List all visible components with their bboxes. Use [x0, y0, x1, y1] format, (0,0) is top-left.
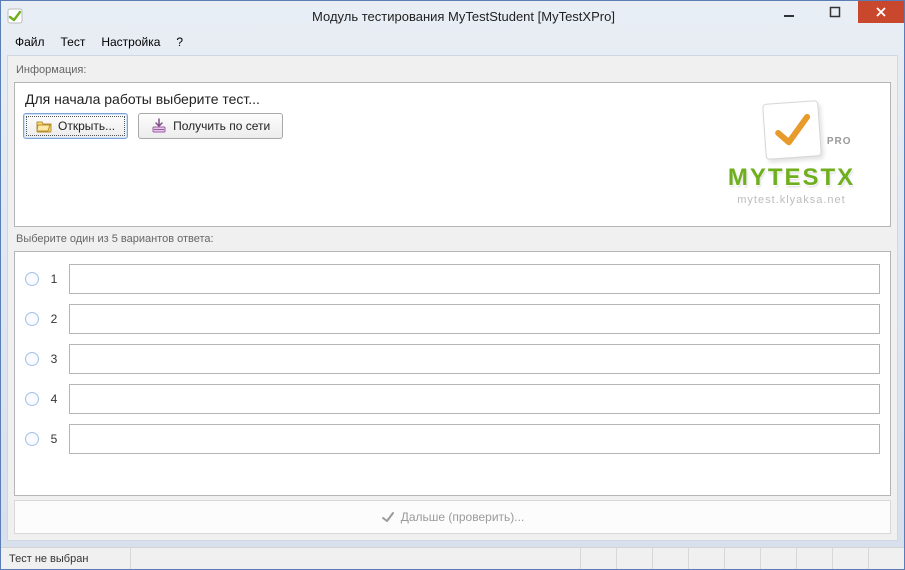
answer-num: 4: [49, 392, 59, 406]
window-controls: [766, 1, 904, 23]
titlebar: Модуль тестирования MyTestStudent [MyTes…: [1, 1, 904, 31]
answer-text-2[interactable]: [69, 304, 880, 334]
answer-text-3[interactable]: [69, 344, 880, 374]
status-segment: [796, 548, 832, 569]
menu-settings[interactable]: Настройка: [93, 33, 168, 51]
status-segment: [832, 548, 868, 569]
status-segment: [760, 548, 796, 569]
answers-group-label: Выберите один из 5 вариантов ответа:: [16, 233, 889, 245]
status-segment: [652, 548, 688, 569]
answer-radio-2[interactable]: [25, 312, 39, 326]
app-window: Модуль тестирования MyTestStudent [MyTes…: [0, 0, 905, 570]
answer-row: 1: [25, 264, 880, 294]
get-from-network-button[interactable]: Получить по сети: [138, 113, 283, 139]
answer-radio-4[interactable]: [25, 392, 39, 406]
network-download-icon: [151, 118, 167, 134]
app-icon: [7, 8, 23, 24]
logo-checkmark-icon: [762, 100, 822, 160]
answer-radio-5[interactable]: [25, 432, 39, 446]
status-segment: [724, 548, 760, 569]
status-spacer: [131, 548, 580, 569]
status-segment: [616, 548, 652, 569]
menu-file[interactable]: Файл: [7, 33, 53, 51]
answer-row: 5: [25, 424, 880, 454]
menubar: Файл Тест Настройка ?: [1, 31, 904, 53]
logo-brand-text: MYTESTX: [728, 164, 855, 192]
answer-radio-1[interactable]: [25, 272, 39, 286]
minimize-button[interactable]: [766, 1, 812, 23]
logo-url: mytest.klyaksa.net: [737, 194, 845, 206]
info-group-label: Информация:: [16, 64, 889, 76]
next-button-label: Дальше (проверить)...: [401, 510, 525, 524]
info-panel: Для начала работы выберите тест... Откры…: [14, 82, 891, 227]
open-test-label: Открыть...: [58, 119, 115, 133]
answer-row: 2: [25, 304, 880, 334]
statusbar: Тест не выбран: [1, 547, 904, 569]
check-icon: [381, 510, 395, 524]
maximize-button[interactable]: [812, 1, 858, 23]
close-button[interactable]: [858, 1, 904, 23]
status-segment: [688, 548, 724, 569]
brand-logo: PRO MYTESTX mytest.klyaksa.net: [699, 89, 884, 219]
get-from-network-label: Получить по сети: [173, 119, 270, 133]
answer-num: 3: [49, 352, 59, 366]
answer-radio-3[interactable]: [25, 352, 39, 366]
answer-num: 5: [49, 432, 59, 446]
answer-num: 1: [49, 272, 59, 286]
answer-row: 4: [25, 384, 880, 414]
status-segment: [868, 548, 904, 569]
client-area: Информация: Для начала работы выберите т…: [7, 55, 898, 541]
status-segment: [580, 548, 616, 569]
open-test-button[interactable]: Открыть...: [23, 113, 128, 139]
folder-open-icon: [36, 118, 52, 134]
menu-test[interactable]: Тест: [53, 33, 94, 51]
next-button[interactable]: Дальше (проверить)...: [14, 500, 891, 534]
status-text: Тест не выбран: [1, 548, 131, 569]
answer-row: 3: [25, 344, 880, 374]
answer-text-4[interactable]: [69, 384, 880, 414]
menu-help[interactable]: ?: [168, 33, 191, 51]
logo-pro-tag: PRO: [827, 136, 852, 147]
answer-text-5[interactable]: [69, 424, 880, 454]
answers-panel: 1 2 3 4 5: [14, 251, 891, 496]
answer-num: 2: [49, 312, 59, 326]
answer-text-1[interactable]: [69, 264, 880, 294]
